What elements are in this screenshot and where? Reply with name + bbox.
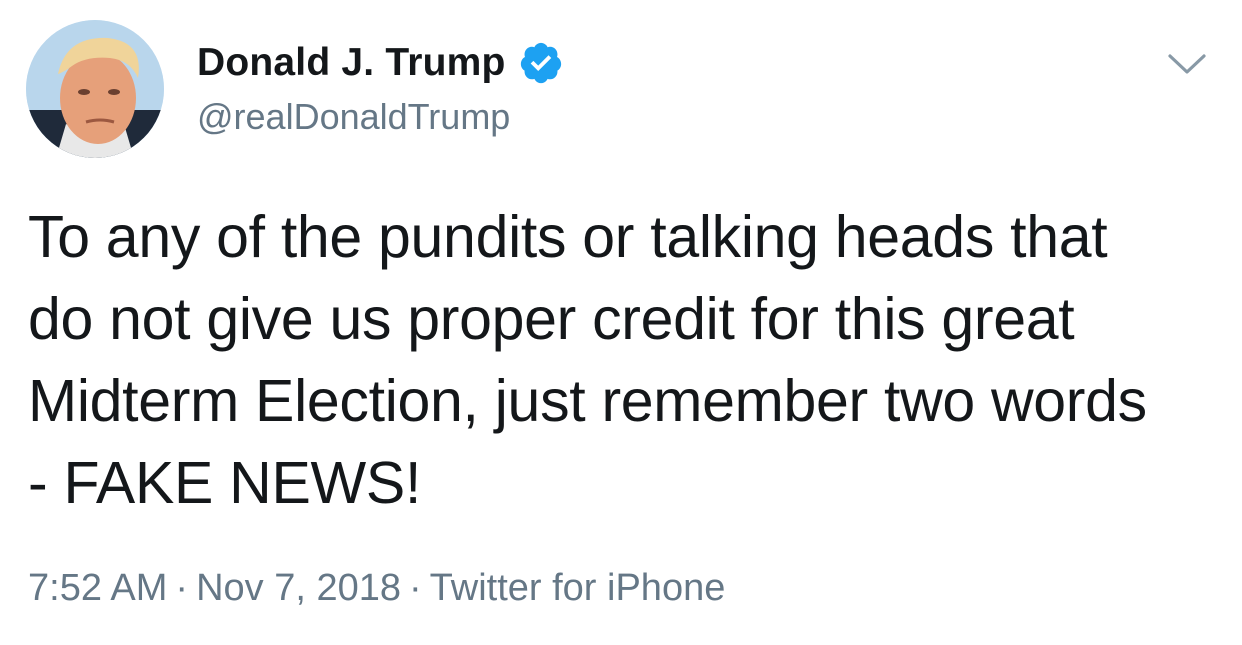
tweet-text-line: Midterm Election, just remember two word… [28, 368, 1147, 434]
meta-separator: · [409, 567, 422, 609]
author-handle[interactable]: @realDonaldTrump [197, 96, 510, 138]
tweet-time[interactable]: 7:52 AM [28, 567, 167, 609]
author-display-name[interactable]: Donald J. Trump [197, 41, 506, 85]
meta-separator: · [175, 567, 189, 609]
tweet-text: To any of the pundits or talking heads t… [28, 196, 1228, 524]
avatar[interactable] [26, 20, 164, 158]
tweet-meta: 7:52 AM · Nov 7, 2018 · Twitter for iPhone [28, 567, 725, 610]
tweet-text-line: do not give us proper credit for this gr… [28, 286, 1075, 352]
tweet-text-line: - FAKE NEWS! [28, 450, 422, 516]
tweet-menu-button[interactable] [1164, 44, 1210, 84]
tweet-date[interactable]: Nov 7, 2018 [196, 567, 401, 609]
tweet-source[interactable]: Twitter for iPhone [430, 567, 726, 609]
verified-badge-icon [520, 42, 561, 84]
tweet-text-line: To any of the pundits or talking heads t… [28, 204, 1108, 270]
tweet-card: Donald J. Trump @realDonaldTrump To any … [0, 0, 1242, 645]
author-name-row: Donald J. Trump [197, 38, 564, 88]
avatar-image [26, 20, 164, 158]
chevron-down-icon [1168, 54, 1206, 74]
